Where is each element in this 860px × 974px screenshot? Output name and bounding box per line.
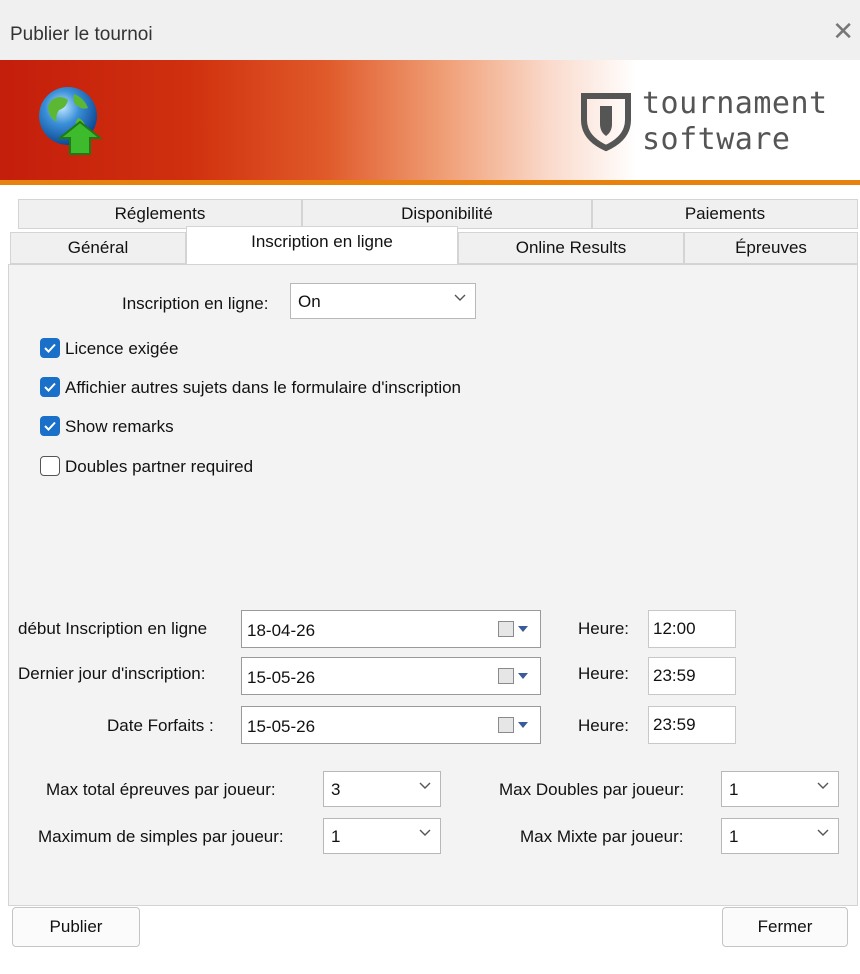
tab-general[interactable]: Général bbox=[10, 232, 186, 264]
tab-inscription-en-ligne[interactable]: Inscription en ligne bbox=[186, 226, 458, 264]
max-doubles-select[interactable]: 1 bbox=[721, 771, 839, 807]
checkmark-icon bbox=[44, 421, 56, 431]
date-picker-forfaits[interactable]: 15-05-26 bbox=[241, 706, 541, 744]
checkbox-doubles-partner-required[interactable] bbox=[40, 456, 60, 476]
max-doubles-label: Max Doubles par joueur: bbox=[499, 780, 685, 799]
date-label-forfaits: Date Forfaits : bbox=[107, 716, 214, 735]
calendar-icon[interactable] bbox=[498, 668, 514, 684]
max-mixed-value: 1 bbox=[729, 827, 739, 846]
dropdown-arrow-icon bbox=[518, 722, 528, 728]
tab-online-results[interactable]: Online Results bbox=[458, 232, 684, 264]
brand-name-line2: software bbox=[642, 122, 791, 157]
checkbox-label-show-remarks: Show remarks bbox=[65, 417, 174, 436]
time-value-dernier-jour: 23:59 bbox=[653, 666, 696, 685]
date-label-debut: début Inscription en ligne bbox=[18, 619, 208, 638]
tab-epreuves[interactable]: Épreuves bbox=[684, 232, 858, 264]
window-title: Publier le tournoi bbox=[10, 24, 153, 45]
brand-name-line1: tournament bbox=[642, 86, 828, 121]
online-registration-label: Inscription en ligne: bbox=[122, 294, 269, 313]
dropdown-arrow-icon bbox=[518, 626, 528, 632]
time-field-debut[interactable]: 12:00 bbox=[648, 610, 736, 648]
max-singles-label: Maximum de simples par joueur: bbox=[38, 827, 284, 846]
chevron-down-icon bbox=[419, 829, 431, 836]
checkbox-label-autres-sujets: Affichier autres sujets dans le formulai… bbox=[65, 378, 462, 397]
max-mixed-select[interactable]: 1 bbox=[721, 818, 839, 854]
checkmark-icon bbox=[44, 382, 56, 392]
time-value-debut: 12:00 bbox=[653, 619, 696, 638]
dropdown-arrow-icon bbox=[518, 673, 528, 679]
close-button[interactable]: Fermer bbox=[722, 907, 848, 947]
date-label-dernier-jour: Dernier jour d'inscription: bbox=[18, 664, 206, 683]
title-bar: Publier le tournoi ✕ bbox=[0, 0, 860, 60]
max-total-value: 3 bbox=[331, 780, 341, 799]
shield-logo-icon bbox=[581, 93, 631, 152]
chevron-down-icon bbox=[454, 294, 466, 301]
date-value-debut: 18-04-26 bbox=[247, 621, 316, 640]
checkbox-afficher-autres-sujets[interactable] bbox=[40, 377, 60, 397]
date-picker-debut[interactable]: 18-04-26 bbox=[241, 610, 541, 648]
date-value-dernier-jour: 15-05-26 bbox=[247, 668, 316, 687]
time-label-dernier-jour: Heure: bbox=[578, 664, 630, 683]
globe-upload-icon bbox=[39, 87, 103, 155]
tab-disponibilite[interactable]: Disponibilité bbox=[302, 199, 592, 229]
date-picker-dernier-jour[interactable]: 15-05-26 bbox=[241, 657, 541, 695]
tab-panel bbox=[8, 264, 858, 906]
checkbox-label-doubles-partner: Doubles partner required bbox=[65, 457, 254, 476]
date-value-forfaits: 15-05-26 bbox=[247, 717, 316, 736]
max-doubles-value: 1 bbox=[729, 780, 739, 799]
time-field-dernier-jour[interactable]: 23:59 bbox=[648, 657, 736, 695]
publish-button[interactable]: Publier bbox=[12, 907, 140, 947]
checkmark-icon bbox=[44, 343, 56, 353]
checkbox-label-licence: Licence exigée bbox=[65, 339, 179, 358]
checkbox-licence-exigee[interactable] bbox=[40, 338, 60, 358]
time-label-forfaits: Heure: bbox=[578, 716, 630, 735]
max-total-select[interactable]: 3 bbox=[323, 771, 441, 807]
tab-reglements[interactable]: Réglements bbox=[18, 199, 302, 229]
online-registration-value: On bbox=[298, 292, 321, 311]
checkbox-show-remarks[interactable] bbox=[40, 416, 60, 436]
chevron-down-icon bbox=[419, 782, 431, 789]
time-field-forfaits[interactable]: 23:59 bbox=[648, 706, 736, 744]
max-mixed-label: Max Mixte par joueur: bbox=[520, 827, 684, 846]
max-singles-value: 1 bbox=[331, 827, 341, 846]
online-registration-select[interactable]: On bbox=[290, 283, 476, 319]
max-total-label: Max total épreuves par joueur: bbox=[46, 780, 276, 799]
calendar-icon[interactable] bbox=[498, 717, 514, 733]
calendar-icon[interactable] bbox=[498, 621, 514, 637]
close-icon[interactable]: ✕ bbox=[832, 16, 854, 47]
time-value-forfaits: 23:59 bbox=[653, 715, 696, 734]
time-label-debut: Heure: bbox=[578, 619, 630, 638]
chevron-down-icon bbox=[817, 829, 829, 836]
max-singles-select[interactable]: 1 bbox=[323, 818, 441, 854]
chevron-down-icon bbox=[817, 782, 829, 789]
tab-paiements[interactable]: Paiements bbox=[592, 199, 858, 229]
